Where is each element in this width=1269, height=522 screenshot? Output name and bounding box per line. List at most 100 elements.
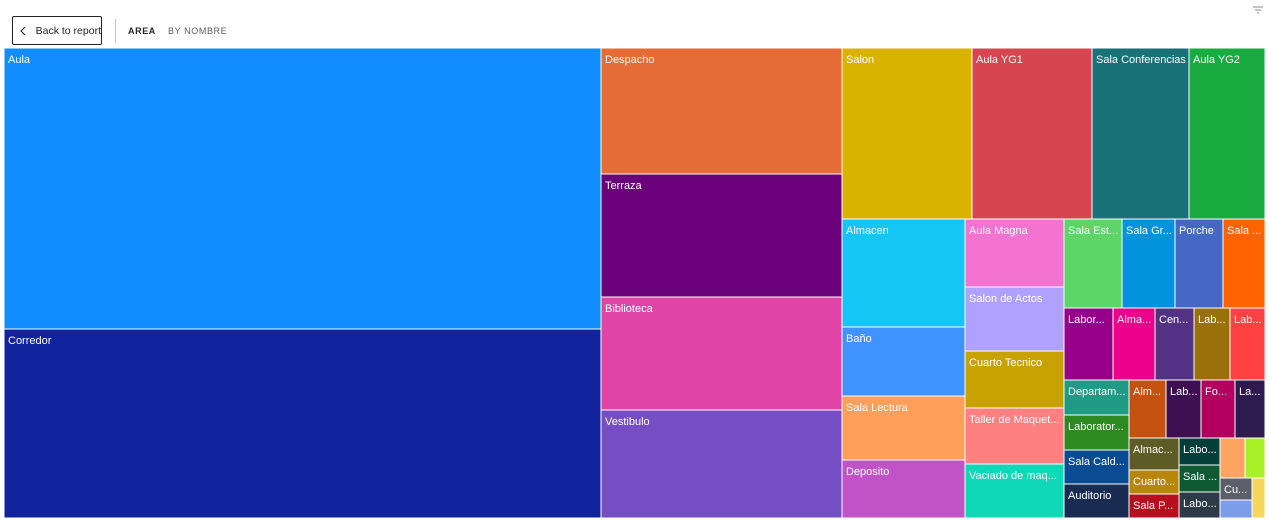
treemap-tile[interactable]: Alm...	[1128, 379, 1167, 439]
treemap-tile[interactable]: Deposito	[841, 459, 966, 519]
treemap-tile[interactable]: Aula	[3, 47, 602, 330]
treemap-tile[interactable]: Cuarto...	[1128, 469, 1180, 495]
treemap-tile[interactable]: Baño	[841, 326, 966, 397]
treemap-tile[interactable]: Aula YG2	[1188, 47, 1266, 220]
treemap-tile-rect[interactable]	[600, 47, 843, 175]
treemap-tile-label: Vaciado de maq...	[969, 470, 1057, 482]
treemap-tile[interactable]: Labo...	[1178, 437, 1221, 466]
treemap-tile-label: Aula YG2	[1193, 54, 1240, 66]
treemap-tile[interactable]: Aula Magna	[964, 218, 1065, 288]
treemap-tile-label: Sala Conferencias	[1096, 54, 1186, 66]
treemap-tile-label: Cu...	[1224, 484, 1247, 496]
treemap-tile[interactable]: Almacen	[841, 218, 966, 328]
treemap-tile-label: Terraza	[605, 180, 643, 192]
treemap-tile[interactable]: Vaciado de maq...	[964, 463, 1065, 519]
treemap-tile-label: Deposito	[846, 466, 889, 478]
treemap-tile-label: Sala Gr...	[1126, 225, 1172, 237]
treemap-tile-label: Labor...	[1068, 314, 1105, 326]
treemap-tile-label: Cuarto Tecnico	[969, 357, 1042, 369]
treemap-tile[interactable]: Sala Lectura	[841, 395, 966, 461]
treemap-tile-label: Sala P...	[1133, 500, 1173, 512]
treemap-tile[interactable]: Sala ...	[1178, 464, 1221, 493]
treemap-tile[interactable]: Auditorio	[1063, 483, 1130, 519]
treemap-tile-label: Salon	[846, 54, 874, 66]
treemap-tile-label: Salon de Actos	[969, 293, 1043, 305]
treemap-tile-label: Labo...	[1183, 444, 1217, 456]
treemap-tile-label: Despacho	[605, 54, 655, 66]
treemap-tile[interactable]	[1251, 477, 1266, 519]
treemap-tile[interactable]: Alma...	[1112, 307, 1156, 381]
treemap-tile-rect[interactable]	[1244, 437, 1266, 479]
treemap-tile-label: Baño	[846, 333, 872, 345]
treemap-tile[interactable]: Lab...	[1193, 307, 1231, 381]
treemap-tile[interactable]: Aula YG1	[971, 47, 1093, 220]
treemap-tile-label: Sala Est...	[1068, 225, 1118, 237]
treemap-tile-label: Aula	[8, 54, 31, 66]
treemap-tile[interactable]: Corredor	[3, 328, 602, 519]
treemap-tile[interactable]: Fo...	[1200, 379, 1236, 439]
treemap-tile[interactable]: Laborator...	[1063, 414, 1130, 451]
treemap-tile-rect[interactable]	[841, 47, 973, 220]
treemap-tile-label: Lab...	[1170, 386, 1198, 398]
treemap-tile-label: Alma...	[1117, 314, 1151, 326]
treemap-tile[interactable]: Cuarto Tecnico	[964, 350, 1065, 409]
treemap-tile[interactable]	[1244, 437, 1266, 479]
treemap-tile-rect[interactable]	[3, 47, 602, 330]
treemap-tile[interactable]: Cen...	[1154, 307, 1195, 381]
treemap-tile-label: Sala ...	[1183, 471, 1217, 483]
treemap-tile-label: Departam...	[1068, 386, 1125, 398]
treemap-tile-rect[interactable]	[1251, 477, 1266, 519]
treemap-tile-label: Fo...	[1205, 386, 1227, 398]
treemap-tile-label: Almac...	[1133, 444, 1173, 456]
treemap-tile[interactable]: Salon	[841, 47, 973, 220]
treemap-tile-label: Auditorio	[1068, 490, 1111, 502]
treemap-tile-label: Biblioteca	[605, 303, 654, 315]
treemap-tile[interactable]: Labo...	[1178, 491, 1221, 519]
treemap-tile[interactable]: Vestibulo	[600, 409, 843, 519]
treemap-tile-label: Cen...	[1159, 314, 1188, 326]
treemap-tile-rect[interactable]	[3, 328, 602, 519]
treemap-tile[interactable]: Despacho	[600, 47, 843, 175]
treemap-tile[interactable]: Porche	[1174, 218, 1224, 309]
treemap-tile-label: Sala Lectura	[846, 402, 909, 414]
treemap-chart: Aula Corredor Despacho Terraza Biblioteca Ves…	[3, 47, 1266, 519]
treemap-tile-label: Lab...	[1234, 314, 1262, 326]
treemap-tile-label: Taller de Maquet...	[969, 414, 1060, 426]
treemap-tile-label: Almacen	[846, 225, 889, 237]
treemap-tile-rect[interactable]	[1219, 437, 1246, 479]
treemap-tile[interactable]: Salon de Actos	[964, 286, 1065, 352]
treemap-tile-label: Porche	[1179, 225, 1214, 237]
treemap-tile[interactable]: Terraza	[600, 173, 843, 298]
treemap-tile[interactable]: Lab...	[1229, 307, 1266, 381]
treemap-tile[interactable]: Lab...	[1165, 379, 1202, 439]
treemap-tile-label: Sala Cald...	[1068, 456, 1125, 468]
treemap-tile-label: Laborator...	[1068, 421, 1124, 433]
treemap-tile-rect[interactable]	[971, 47, 1093, 220]
treemap-tile[interactable]: Taller de Maquet...	[964, 407, 1065, 465]
treemap-tile[interactable]: Labor...	[1063, 307, 1114, 381]
treemap-tile[interactable]: Sala P...	[1128, 493, 1180, 519]
treemap-tile-rect[interactable]	[1219, 499, 1253, 519]
treemap-tile-label: La...	[1239, 386, 1260, 398]
treemap-tile[interactable]: Almac...	[1128, 437, 1180, 471]
treemap-tile[interactable]: La...	[1234, 379, 1266, 439]
treemap-tile-label: Lab...	[1198, 314, 1226, 326]
treemap-tile-rect[interactable]	[1188, 47, 1266, 220]
treemap-tile[interactable]: Sala Cald...	[1063, 449, 1130, 485]
treemap-tile[interactable]: Cu...	[1219, 477, 1253, 501]
treemap-tile-label: Corredor	[8, 335, 52, 347]
treemap-tile-label: Labo...	[1183, 498, 1217, 510]
treemap-tile[interactable]	[1219, 437, 1246, 479]
treemap-tile[interactable]: Sala Gr...	[1121, 218, 1176, 309]
treemap-tile[interactable]: Departam...	[1063, 379, 1130, 416]
treemap-tile[interactable]: Sala Conferencias	[1091, 47, 1190, 220]
treemap-tile[interactable]: Sala ...	[1222, 218, 1266, 309]
treemap-tile-rect[interactable]	[1091, 47, 1190, 220]
treemap-tile-label: Sala ...	[1227, 225, 1261, 237]
treemap-tile[interactable]: Sala Est...	[1063, 218, 1123, 309]
treemap-tile[interactable]: Biblioteca	[600, 296, 843, 411]
treemap-tile[interactable]	[1219, 499, 1253, 519]
treemap-tile-rect[interactable]	[600, 173, 843, 298]
treemap-tile-label: Aula Magna	[969, 225, 1029, 237]
treemap-tile-label: Cuarto...	[1133, 476, 1175, 488]
